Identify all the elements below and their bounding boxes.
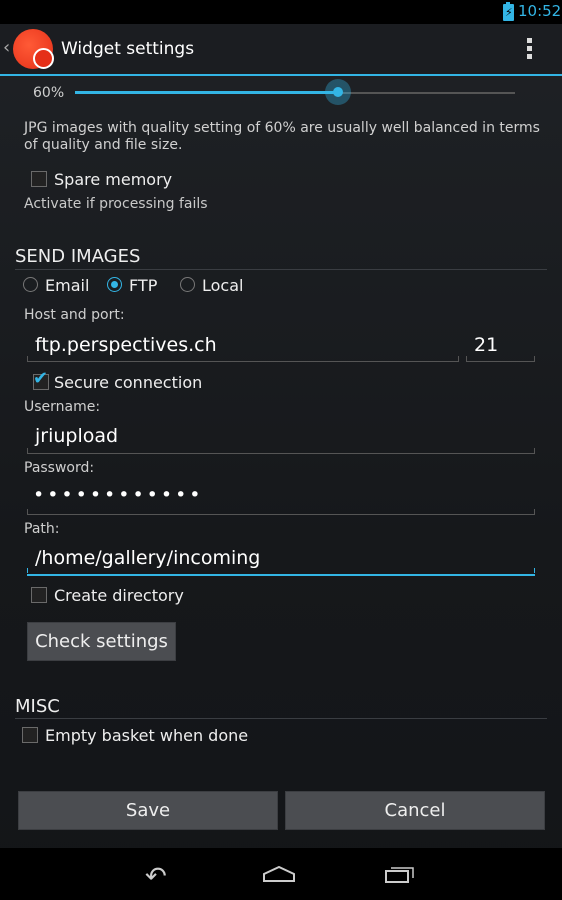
radio-local-label[interactable]: Local [202, 276, 243, 295]
quality-value-label: 60% [33, 85, 65, 101]
username-label: Username: [24, 399, 101, 415]
spare-memory-hint: Activate if processing fails [24, 196, 208, 212]
cancel-button[interactable]: Cancel [285, 791, 545, 830]
port-field[interactable]: 21 [474, 334, 498, 356]
password-field[interactable]: •••••••••••• [33, 484, 203, 506]
send-images-section-title: SEND IMAGES [15, 246, 141, 267]
empty-basket-label[interactable]: Empty basket when done [45, 726, 248, 745]
spare-memory-label[interactable]: Spare memory [54, 170, 172, 189]
create-directory-label[interactable]: Create directory [54, 586, 184, 605]
path-field-underline [27, 574, 535, 576]
host-field-underline [27, 361, 459, 362]
path-field[interactable]: /home/gallery/incoming [35, 547, 260, 569]
quality-slider-thumb[interactable] [325, 79, 351, 105]
recent-apps-icon[interactable] [385, 865, 415, 883]
spare-memory-checkbox[interactable] [31, 171, 47, 187]
password-label: Password: [24, 460, 95, 476]
section-divider [15, 718, 547, 719]
username-field[interactable]: jriupload [35, 425, 118, 447]
path-label: Path: [24, 521, 60, 537]
screen: ⚡ 10:52 ‹ Widget settings 60% JPG images… [0, 0, 562, 900]
radio-local[interactable] [180, 277, 195, 292]
status-bar: ⚡ 10:52 [0, 0, 562, 24]
radio-email[interactable] [23, 277, 38, 292]
system-nav-bar: ↶ [0, 848, 562, 900]
battery-charging-icon: ⚡ [503, 2, 514, 21]
create-directory-checkbox[interactable] [31, 587, 47, 603]
app-logo-icon[interactable] [13, 29, 54, 69]
settings-content: 60% JPG images with quality setting of 6… [0, 76, 562, 848]
username-field-underline [27, 453, 535, 454]
quality-description: JPG images with quality setting of 60% a… [24, 120, 540, 153]
overflow-menu-icon[interactable] [527, 38, 533, 62]
check-settings-button[interactable]: Check settings [27, 622, 176, 661]
action-bar: ‹ Widget settings [0, 24, 562, 76]
back-icon[interactable]: ↶ [145, 862, 167, 892]
section-divider [15, 269, 547, 270]
home-icon[interactable] [262, 866, 296, 882]
up-navigation-icon[interactable]: ‹ [3, 37, 10, 58]
port-field-underline [466, 361, 535, 362]
secure-connection-checkbox[interactable] [33, 368, 49, 390]
empty-basket-checkbox[interactable] [22, 727, 38, 743]
host-port-label: Host and port: [24, 307, 125, 323]
secure-connection-label[interactable]: Secure connection [54, 373, 202, 392]
page-title: Widget settings [61, 39, 195, 59]
radio-ftp-label[interactable]: FTP [129, 276, 157, 295]
save-button[interactable]: Save [18, 791, 278, 830]
host-field[interactable]: ftp.perspectives.ch [35, 334, 217, 356]
quality-slider-fill [75, 91, 339, 94]
misc-section-title: MISC [15, 696, 60, 717]
radio-email-label[interactable]: Email [45, 276, 89, 295]
status-time: 10:52 [518, 2, 562, 20]
radio-ftp[interactable] [107, 277, 122, 292]
password-field-underline [27, 514, 535, 515]
